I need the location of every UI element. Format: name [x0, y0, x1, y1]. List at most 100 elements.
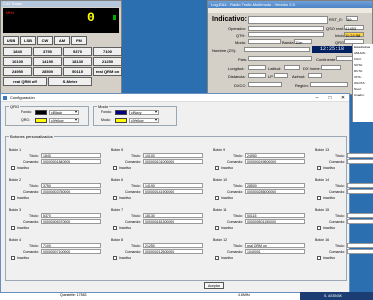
accept-button[interactable]: Aceptar — [204, 282, 224, 289]
qso-input[interactable]: 41453 — [344, 25, 364, 31]
freq-button-7[interactable]: 18130 — [63, 57, 92, 66]
modo-fondo-select[interactable]: clNavy — [129, 110, 159, 115]
custom-button-title-input[interactable]: 24950 — [245, 153, 305, 158]
inactivo-checkbox[interactable] — [113, 226, 117, 230]
nombre-input[interactable] — [244, 47, 310, 52]
inactivo-checkbox[interactable] — [317, 226, 321, 230]
inactivo-checkbox[interactable] — [215, 256, 219, 260]
custom-button-title-input[interactable] — [347, 153, 373, 158]
freq-button-1[interactable]: 1840 — [3, 47, 32, 56]
custom-buttons-caption: Botones personalizados — [9, 134, 54, 139]
freq-button-4[interactable]: 7100 — [93, 47, 122, 56]
custom-button-title-input[interactable] — [347, 213, 373, 218]
dxhome-input[interactable] — [321, 65, 341, 70]
custom-button-title-input[interactable]: 50115 — [245, 213, 305, 218]
inactivo-label: Inactivo — [323, 226, 336, 230]
custom-button-command-input[interactable]: 1040001 — [245, 249, 305, 254]
mode-lsb-button[interactable]: LSB — [20, 36, 36, 45]
qrg-fondo-select[interactable]: clBlack — [49, 110, 79, 115]
qrg-text-select[interactable]: clYellow — [49, 118, 79, 123]
custom-button-command-input[interactable]: 000000212500000 — [143, 249, 203, 254]
custom-button-command-input[interactable] — [347, 249, 373, 254]
custom-button-command-input[interactable]: 00000005370000 — [41, 219, 101, 224]
inactivo-checkbox[interactable] — [317, 196, 321, 200]
custom-button-command-input[interactable]: 000000501150000 — [245, 219, 305, 224]
custom-button-command-input[interactable]: 000000141900000 — [143, 189, 203, 194]
inactivo-checkbox[interactable] — [317, 256, 321, 260]
lp-input[interactable] — [274, 73, 288, 78]
rst-input[interactable]: 59 — [346, 16, 358, 22]
custom-button-title-input[interactable]: 10100 — [143, 153, 203, 158]
comando-label: Comando: — [329, 220, 346, 224]
mode-usb-button[interactable]: USB — [3, 36, 19, 45]
minimize-icon[interactable]: – — [311, 95, 323, 101]
custom-button-title-input[interactable]: 21250 — [143, 243, 203, 248]
inactivo-checkbox[interactable] — [215, 226, 219, 230]
custom-button-command-input[interactable] — [347, 219, 373, 224]
custom-button-title-input[interactable]: 14190 — [143, 183, 203, 188]
inactivo-checkbox[interactable] — [113, 166, 117, 170]
banda-select[interactable]: 11m — [294, 39, 312, 45]
modo-text-select[interactable]: clYellow — [129, 118, 159, 123]
custom-button-command-input[interactable]: 000000101000000 — [143, 159, 203, 164]
azimut-input[interactable] — [308, 73, 322, 78]
custom-button-name: Botón 15 — [315, 208, 330, 212]
custom-button-title-input[interactable]: real QRM on — [245, 243, 305, 248]
custom-button-command-input[interactable]: 00000003750000 — [41, 189, 101, 194]
custom-button-command-input[interactable]: 000000181300000 — [143, 219, 203, 224]
inactivo-checkbox[interactable] — [11, 166, 15, 170]
custom-button-title-input[interactable]: 18130 — [143, 213, 203, 218]
freq-button-11[interactable]: 50115 — [63, 67, 92, 76]
freq-button-2[interactable]: 3750 — [33, 47, 62, 56]
distancia-input[interactable] — [248, 73, 266, 78]
freq-button-6[interactable]: 14190 — [33, 57, 62, 66]
custom-button-command-input[interactable]: 00000007100000 — [41, 249, 101, 254]
inactivo-checkbox[interactable] — [11, 256, 15, 260]
mode-fm-button[interactable]: FM — [71, 36, 87, 45]
custom-button-title-input[interactable] — [347, 183, 373, 188]
mode-am-button[interactable]: AM — [54, 36, 70, 45]
qth-input[interactable] — [248, 32, 324, 37]
pais-input[interactable] — [248, 56, 312, 61]
freq-button-5[interactable]: 10100 — [3, 57, 32, 66]
custom-button-command-input[interactable]: 000000249500000 — [245, 159, 305, 164]
freq-button-12[interactable]: real QRM on — [93, 67, 122, 76]
inactivo-checkbox[interactable] — [11, 196, 15, 200]
custom-button-title-input[interactable]: 3750 — [41, 183, 101, 188]
close-icon[interactable]: ✕ — [337, 95, 349, 101]
operador-input[interactable] — [248, 26, 324, 31]
indicativo-input[interactable] — [248, 16, 328, 24]
custom-button-title-input[interactable]: 1840 — [41, 153, 101, 158]
inactivo-checkbox[interactable] — [113, 256, 117, 260]
custom-button-command-input[interactable] — [347, 189, 373, 194]
freq-button-10[interactable]: 28500 — [33, 67, 62, 76]
custom-button-command-input[interactable]: 00000001840000 — [41, 159, 101, 164]
longitud-input[interactable] — [248, 65, 266, 70]
custom-button-command-input[interactable]: 000000285000000 — [245, 189, 305, 194]
modo-select[interactable] — [248, 39, 281, 44]
inactivo-checkbox[interactable] — [113, 196, 117, 200]
custom-button-name: Botón 10 — [213, 178, 228, 182]
titulo-label: Título: — [233, 154, 243, 158]
inicio-input[interactable]: 11:24:58 — [344, 32, 364, 38]
inactivo-checkbox[interactable] — [215, 196, 219, 200]
inactivo-checkbox[interactable] — [317, 166, 321, 170]
comando-label: Comando: — [125, 250, 142, 254]
maximize-icon[interactable]: □ — [324, 95, 336, 101]
freq-button-9[interactable]: 24950 — [3, 67, 32, 76]
custom-button-command-input[interactable] — [347, 159, 373, 164]
inactivo-checkbox[interactable] — [11, 226, 15, 230]
mode-cw-button[interactable]: CW — [37, 36, 53, 45]
freq-button-8[interactable]: 21250 — [93, 57, 122, 66]
region-input[interactable] — [310, 82, 348, 87]
dxcc-input[interactable] — [248, 82, 282, 87]
real-qrm-off-button[interactable]: real QRM off — [3, 77, 47, 86]
custom-button-title-input[interactable] — [347, 243, 373, 248]
inactivo-checkbox[interactable] — [215, 166, 219, 170]
custom-button-title-input[interactable]: 5370 — [41, 213, 101, 218]
latitud-input[interactable] — [284, 65, 300, 70]
custom-button-title-input[interactable]: 7100 — [41, 243, 101, 248]
custom-button-title-input[interactable]: 28500 — [245, 183, 305, 188]
freq-button-3[interactable]: 5370 — [63, 47, 92, 56]
s-meter-button[interactable]: S-Meter — [48, 77, 92, 86]
